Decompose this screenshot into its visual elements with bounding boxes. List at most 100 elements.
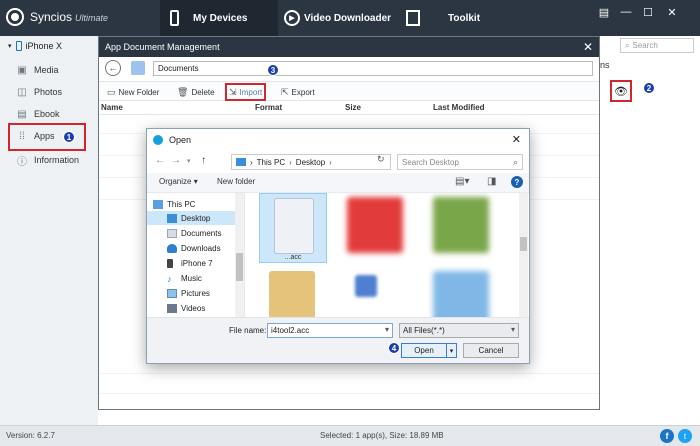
dialog-navigation: ← Documents bbox=[99, 57, 599, 81]
refresh-icon[interactable]: ↻ bbox=[377, 154, 385, 165]
open-button[interactable]: Open ▾ bbox=[401, 343, 457, 358]
step-badge-4: 4 bbox=[388, 342, 400, 354]
tree-item-this-pc[interactable]: This PC bbox=[147, 197, 235, 211]
search-icon: ⌕ bbox=[625, 40, 630, 50]
search-input[interactable]: ⌕ Search bbox=[620, 38, 694, 53]
minimize-button[interactable]: — bbox=[618, 6, 634, 18]
table-row bbox=[99, 373, 599, 374]
facebook-icon[interactable]: f bbox=[660, 429, 674, 443]
view-options-icon[interactable]: ▤▾ bbox=[455, 176, 469, 187]
file-name-label: File name: bbox=[229, 326, 267, 335]
info-icon: ⓘ bbox=[17, 156, 27, 168]
dialog-title-bar: App Document Management ✕ bbox=[99, 37, 599, 57]
tab-toolkit[interactable]: Toolkit bbox=[406, 0, 496, 36]
folder-icon bbox=[269, 271, 315, 317]
close-icon[interactable]: ✕ bbox=[512, 133, 521, 146]
music-icon: ♪ bbox=[167, 273, 172, 284]
message-icon[interactable]: ▤ bbox=[596, 6, 612, 19]
file-item[interactable] bbox=[341, 193, 409, 263]
delete-button[interactable]: 🗑 Delete bbox=[175, 85, 217, 99]
tree-item-music[interactable]: ♪ Music bbox=[147, 271, 235, 285]
organize-menu[interactable]: Organize ▾ bbox=[159, 177, 198, 186]
sidebar-item-ebook[interactable]: ▤ Ebook bbox=[0, 104, 98, 124]
new-folder-button[interactable]: ▭ New Folder bbox=[105, 85, 161, 99]
version-label: Version: 6.2.7 bbox=[6, 431, 55, 440]
sidebar-item-photos[interactable]: ◫ Photos bbox=[0, 82, 98, 102]
tree-item-iphone-7[interactable]: iPhone 7 bbox=[147, 256, 235, 270]
file-table-header: Name Format Size Last Modified bbox=[99, 101, 599, 115]
help-icon[interactable]: ? bbox=[511, 176, 523, 188]
file-thumbnail bbox=[433, 271, 489, 317]
sidebar-item-media[interactable]: ▣ Media bbox=[0, 60, 98, 80]
column-size[interactable]: Size bbox=[345, 103, 361, 112]
recent-dropdown-icon[interactable]: ▾ bbox=[187, 157, 191, 165]
open-dialog-title-bar: Open ✕ bbox=[147, 129, 529, 151]
open-dialog-navigation: ← → ▾ ↑ › This PC › Desktop › ↻ Search D… bbox=[147, 151, 529, 173]
column-name[interactable]: Name bbox=[101, 103, 123, 112]
trash-icon: 🗑 bbox=[177, 86, 189, 97]
file-item[interactable]: ...acc bbox=[259, 193, 327, 263]
file-thumbnail bbox=[355, 275, 377, 297]
downloads-icon bbox=[167, 243, 177, 253]
file-item[interactable] bbox=[427, 193, 495, 263]
eye-icon: 👁 bbox=[614, 85, 628, 98]
scrollbar-thumb[interactable] bbox=[520, 237, 527, 251]
import-button[interactable]: ⇲ Import bbox=[225, 83, 267, 101]
pictures-icon bbox=[167, 288, 177, 298]
maximize-button[interactable]: ☐ bbox=[640, 6, 656, 19]
ebook-icon: ▤ bbox=[17, 108, 27, 120]
new-folder-icon: ▭ bbox=[107, 86, 116, 97]
phone-icon bbox=[167, 258, 173, 268]
export-icon: ⇱ bbox=[281, 86, 289, 97]
column-format[interactable]: Format bbox=[255, 103, 282, 112]
file-thumbnail bbox=[347, 197, 403, 253]
tab-my-devices[interactable]: My Devices bbox=[160, 0, 278, 36]
chevron-right-icon: › bbox=[289, 157, 292, 167]
preview-pane-icon[interactable]: ◨ bbox=[487, 176, 496, 187]
up-arrow-icon[interactable]: ↑ bbox=[201, 155, 206, 166]
file-item[interactable] bbox=[427, 267, 495, 317]
file-type-select[interactable]: All Files(*.*) ▾ bbox=[399, 323, 519, 338]
tree-item-desktop[interactable]: Desktop bbox=[147, 211, 235, 225]
tab-video-downloader[interactable]: ▶ Video Downloader bbox=[284, 0, 394, 36]
play-icon: ▶ bbox=[284, 10, 300, 26]
open-dialog-footer: File name: i4tool2.acc ▾ All Files(*.*) … bbox=[147, 317, 529, 363]
sidebar: ▾ iPhone X ▣ Media ◫ Photos ▤ Ebook ⁞⁞ Apps … bbox=[0, 36, 98, 425]
search-desktop-input[interactable]: Search Desktop ⌕ bbox=[397, 154, 523, 170]
twitter-icon[interactable]: t bbox=[678, 429, 692, 443]
new-folder-button[interactable]: New folder bbox=[217, 177, 255, 186]
file-name-input[interactable]: i4tool2.acc ▾ bbox=[267, 323, 393, 338]
breadcrumb[interactable]: › This PC › Desktop › bbox=[231, 154, 391, 170]
chevron-down-icon[interactable]: ▾ bbox=[385, 325, 389, 334]
file-item[interactable] bbox=[341, 267, 409, 317]
scrollbar-thumb[interactable] bbox=[236, 253, 243, 281]
file-item[interactable] bbox=[259, 267, 327, 317]
close-icon[interactable]: ✕ bbox=[583, 40, 593, 54]
column-last-modified[interactable]: Last Modified bbox=[433, 103, 485, 112]
folder-icon bbox=[131, 61, 145, 75]
path-field[interactable]: Documents bbox=[153, 61, 593, 76]
desktop-icon bbox=[167, 213, 177, 223]
forward-arrow-icon[interactable]: → bbox=[171, 155, 181, 166]
sidebar-item-information[interactable]: ⓘ Information bbox=[0, 150, 98, 170]
device-selector[interactable]: ▾ iPhone X bbox=[0, 36, 98, 56]
tree-item-videos[interactable]: Videos bbox=[147, 301, 235, 315]
back-button[interactable]: ← bbox=[105, 60, 121, 76]
file-scrollbar[interactable] bbox=[519, 193, 528, 317]
export-button[interactable]: ⇱ Export bbox=[279, 85, 317, 99]
close-button[interactable]: ✕ bbox=[664, 6, 680, 19]
back-arrow-icon[interactable]: ← bbox=[155, 155, 165, 166]
tree-item-documents[interactable]: Documents bbox=[147, 226, 235, 240]
tree-item-downloads[interactable]: Downloads bbox=[147, 241, 235, 255]
chevron-down-icon[interactable]: ▾ bbox=[446, 344, 456, 357]
title-bar: Syncios Ultimate My Devices ▶ Video Downl… bbox=[0, 0, 700, 36]
cancel-button[interactable]: Cancel bbox=[463, 343, 519, 358]
navigation-pane: This PC Desktop Documents Downloads iPho… bbox=[147, 193, 245, 317]
pc-icon bbox=[153, 199, 163, 209]
app-icon bbox=[153, 135, 163, 145]
tree-item-pictures[interactable]: Pictures bbox=[147, 286, 235, 300]
view-button[interactable]: 👁 bbox=[610, 80, 632, 102]
phone-icon bbox=[170, 10, 179, 26]
tree-scrollbar[interactable] bbox=[235, 193, 244, 317]
toolkit-icon bbox=[406, 10, 420, 26]
